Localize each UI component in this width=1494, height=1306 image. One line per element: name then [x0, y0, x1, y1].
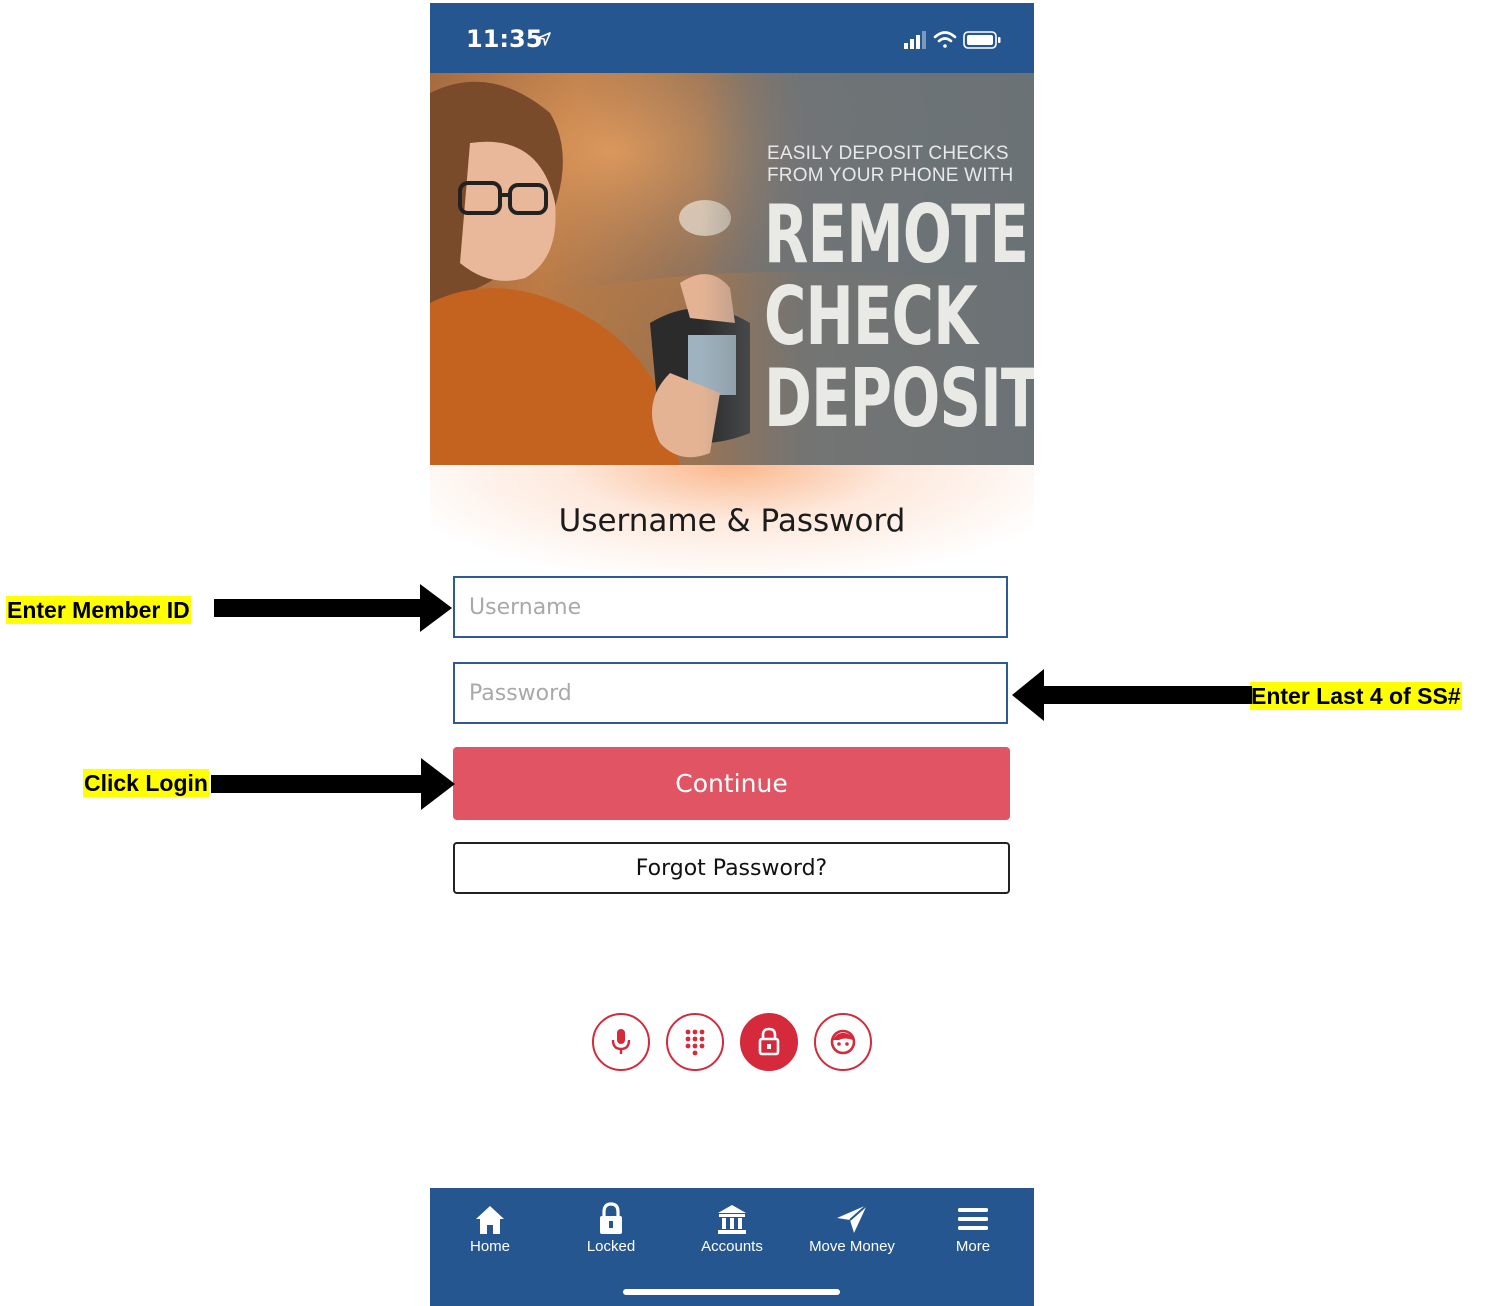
banner-tagline-line-1: EASILY DEPOSIT CHECKS — [767, 143, 1009, 164]
tab-accounts[interactable]: Accounts — [677, 1202, 787, 1262]
tab-more-label: More — [955, 1238, 991, 1255]
annotation-member-id: Enter Member ID — [6, 596, 191, 624]
cellular-signal-icon — [904, 31, 926, 49]
menu-icon — [958, 1208, 988, 1230]
lock-icon — [758, 1027, 780, 1056]
voice-auth-button[interactable] — [592, 1013, 650, 1071]
location-arrow-icon — [537, 32, 551, 46]
password-auth-button[interactable] — [740, 1013, 798, 1071]
annotation-login: Click Login — [83, 769, 209, 797]
tab-locked-label: Locked — [586, 1238, 636, 1255]
bank-icon — [718, 1205, 746, 1234]
face-icon — [830, 1029, 856, 1055]
arrow-left-icon — [1012, 669, 1252, 721]
status-icons — [904, 31, 1001, 49]
banner-headline-line-3: DEPOSIT — [764, 352, 1034, 445]
promo-banner: EASILY DEPOSIT CHECKS FROM YOUR PHONE WI… — [430, 73, 1034, 465]
lock-icon — [600, 1202, 622, 1234]
password-input[interactable] — [453, 662, 1008, 724]
tab-move-money[interactable]: Move Money — [797, 1202, 907, 1262]
pin-auth-button[interactable] — [666, 1013, 724, 1071]
home-icon — [476, 1206, 504, 1234]
tab-locked[interactable]: Locked — [556, 1202, 666, 1262]
phone-screen: 11:35 EASILY DEPOSIT CHECKS FROM YOUR PH… — [430, 3, 1034, 1306]
status-bar: 11:35 — [430, 3, 1034, 73]
login-title: Username & Password — [558, 503, 906, 539]
continue-button[interactable]: Continue — [453, 747, 1010, 820]
keypad-icon — [685, 1029, 705, 1056]
arrow-right-icon — [214, 584, 452, 632]
auth-method-selector — [592, 1013, 872, 1073]
banner-headline-line-2: CHECK — [764, 270, 978, 363]
status-time: 11:35 — [466, 25, 543, 53]
wifi-icon — [933, 31, 957, 48]
battery-icon — [963, 31, 1001, 49]
home-indicator — [623, 1289, 840, 1295]
microphone-icon — [611, 1029, 631, 1054]
banner-tagline: EASILY DEPOSIT CHECKS FROM YOUR PHONE WI… — [767, 143, 1013, 187]
username-input[interactable] — [453, 576, 1008, 638]
tab-bar: Home Locked Accounts Move Money More — [430, 1188, 1034, 1306]
forgot-password-button[interactable]: Forgot Password? — [453, 842, 1010, 894]
face-auth-button[interactable] — [814, 1013, 872, 1071]
tab-home-label: Home — [469, 1238, 510, 1255]
banner-tagline-line-2: FROM YOUR PHONE WITH — [767, 165, 1014, 186]
annotation-last4: Enter Last 4 of SS# — [1250, 682, 1462, 710]
tab-home[interactable]: Home — [435, 1202, 545, 1262]
arrow-right-icon — [211, 758, 455, 810]
tab-move-money-label: Move Money — [809, 1238, 895, 1255]
banner-headline-line-1: REMOTE — [764, 188, 1029, 281]
send-icon — [837, 1204, 868, 1233]
tab-accounts-label: Accounts — [701, 1238, 763, 1255]
tab-more[interactable]: More — [918, 1202, 1028, 1262]
